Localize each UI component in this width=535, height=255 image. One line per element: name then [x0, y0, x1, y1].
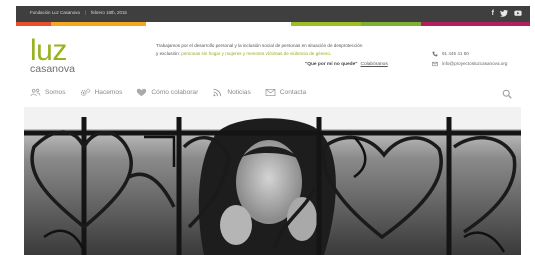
tagline-line2-green: personas sin hogar y mujeres y menores v… [181, 51, 332, 56]
nav-item-hacemos[interactable]: Hacemos [80, 88, 123, 97]
nav-label-hacemos: Hacemos [94, 89, 123, 96]
nav-label-contacta: Contacta [279, 89, 307, 96]
collaborate-link[interactable]: Colabóranos [361, 62, 388, 67]
twitter-icon[interactable] [500, 9, 508, 21]
quote-text: "Que por mí no quede" [305, 62, 358, 67]
mail-icon [432, 61, 438, 67]
nav-item-como-colaborar[interactable]: Cómo colaborar [136, 88, 198, 97]
phone-number[interactable]: 91 445 41 60 [442, 49, 469, 59]
top-bar: Fundación Luz Casanova | febrero 18th, 201… [16, 6, 530, 22]
org-name: Fundación Luz Casanova [30, 10, 80, 15]
tagline-line1: Trabajamos por el desarrollo personal y … [156, 43, 363, 48]
logo-luz-text: luz [30, 34, 67, 67]
tagline: Trabajamos por el desarrollo personal y … [156, 42, 396, 58]
envelope-icon [265, 88, 276, 97]
color-strip [16, 22, 530, 26]
nav-item-contacta[interactable]: Contacta [265, 88, 306, 97]
youtube-icon[interactable] [514, 9, 522, 21]
logo-casanova-text: casanova [30, 63, 75, 75]
search-icon[interactable] [502, 89, 512, 99]
people-icon [30, 88, 41, 97]
nav-label-noticias: Noticias [227, 89, 251, 96]
social-links: f [492, 9, 522, 21]
logo[interactable]: luz casanova [30, 34, 75, 75]
contact-info: 91 445 41 60 info@proyectosluzcasanova.o… [432, 49, 507, 69]
tagline-line2-start: y exclusión: [156, 51, 182, 56]
nav-label-somos: Somos [45, 89, 66, 96]
facebook-icon[interactable]: f [492, 9, 494, 21]
nav-item-noticias[interactable]: Noticias [212, 88, 251, 97]
nav-label-como-colaborar: Cómo colaborar [151, 89, 199, 96]
hero-image [24, 107, 521, 255]
top-bar-text: Fundación Luz Casanova | febrero 18th, 201… [30, 10, 127, 15]
date-text: febrero 18th, 2015 [90, 10, 127, 15]
gears-icon [80, 88, 90, 96]
quote: "Que por mí no quede" Colabóranos [305, 62, 388, 67]
email-address[interactable]: info@proyectosluzcasanova.org [442, 59, 507, 69]
nav-item-somos[interactable]: Somos [30, 88, 66, 97]
main-nav: Somos Hacemos Cómo colaborar Noticias Co… [30, 88, 306, 97]
phone-icon [432, 51, 438, 57]
heart-icon [137, 88, 147, 97]
rss-icon [213, 88, 222, 97]
